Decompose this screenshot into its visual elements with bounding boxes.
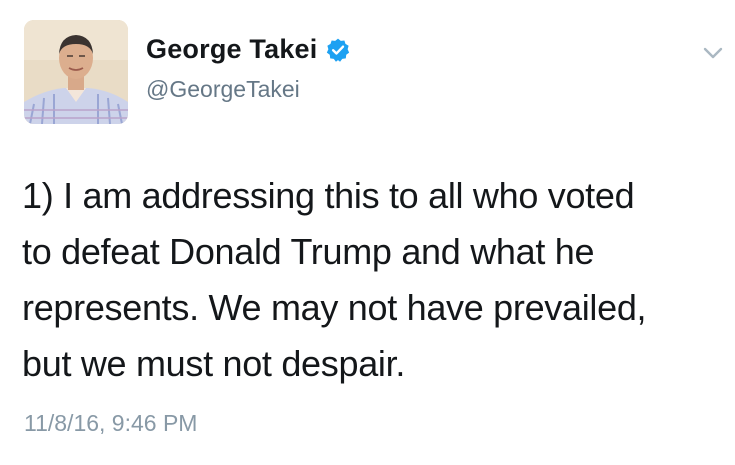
tweet-text-line: but we must not despair. xyxy=(22,343,406,384)
tweet-text: 1) I am addressing this to all who voted… xyxy=(22,168,722,392)
tweet-text-line: 1) I am addressing this to all who voted xyxy=(22,175,635,216)
author-name-row: George Takei xyxy=(146,34,351,65)
avatar[interactable] xyxy=(24,20,128,124)
tweet-text-line: represents. We may not have prevailed, xyxy=(22,287,647,328)
tweet-timestamp[interactable]: 11/8/16, 9:46 PM xyxy=(24,410,197,437)
verified-badge-icon xyxy=(325,37,351,63)
chevron-down-icon[interactable] xyxy=(700,40,726,66)
author-display-name[interactable]: George Takei xyxy=(146,34,317,65)
avatar-photo xyxy=(24,20,128,124)
author-handle[interactable]: @GeorgeTakei xyxy=(146,76,300,103)
tweet-text-line: to defeat Donald Trump and what he xyxy=(22,231,595,272)
tweet-card: George Takei @GeorgeTakei 1) I am addres… xyxy=(0,0,735,465)
